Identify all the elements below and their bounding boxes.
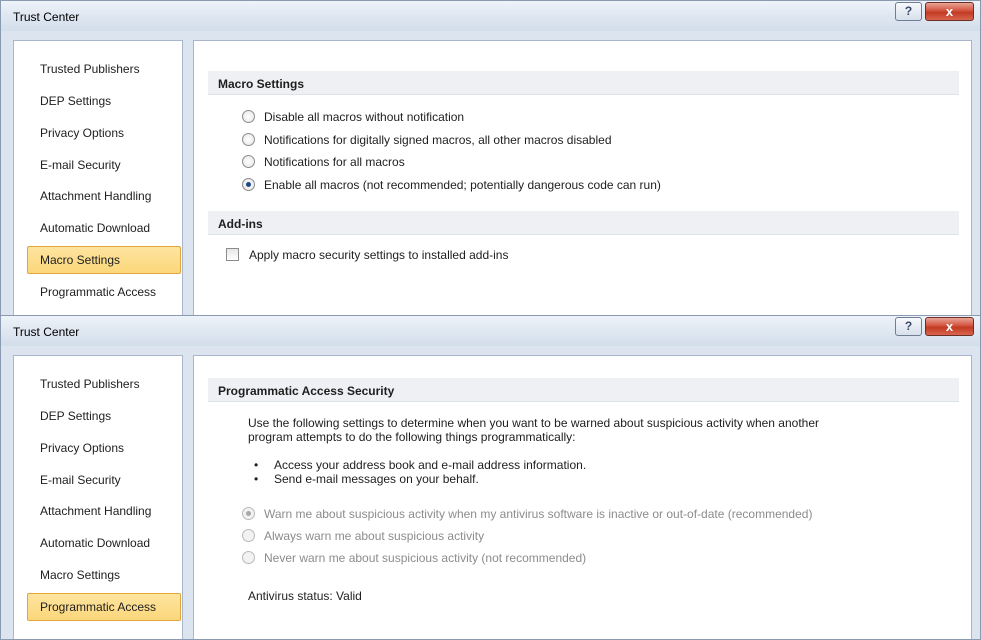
description-line-1: Use the following settings to determine … xyxy=(248,416,819,430)
radio-label: Enable all macros (not recommended; pote… xyxy=(264,178,661,192)
sidebar-item-dep-settings[interactable]: DEP Settings xyxy=(27,402,181,430)
sidebar-item-automatic-download[interactable]: Automatic Download xyxy=(27,214,181,242)
radio-label: Always warn me about suspicious activity xyxy=(264,529,485,543)
bullet-item: • Access your address book and e-mail add… xyxy=(254,458,586,472)
radio-label: Notifications for all macros xyxy=(264,155,405,169)
radio-label: Disable all macros without notification xyxy=(264,110,465,124)
checkbox-label: Apply macro security settings to install… xyxy=(249,248,509,262)
help-button[interactable]: ? xyxy=(895,317,922,336)
sidebar-item-programmatic-access[interactable]: Programmatic Access xyxy=(27,593,181,621)
radio-button[interactable] xyxy=(242,529,255,542)
antivirus-status-value: Valid xyxy=(336,589,362,603)
radio-label: Warn me about suspicious activity when m… xyxy=(264,507,813,521)
radio-button[interactable] xyxy=(242,133,255,146)
checkbox[interactable] xyxy=(226,248,239,261)
sidebar-item-privacy-options[interactable]: Privacy Options xyxy=(27,119,181,147)
checkbox-apply-macro-security-addins[interactable]: Apply macro security settings to install… xyxy=(226,248,508,266)
window-title: Trust Center xyxy=(13,325,80,339)
close-button[interactable]: x xyxy=(925,2,974,21)
antivirus-status: Antivirus status: Valid xyxy=(248,589,362,603)
sidebar-item-email-security[interactable]: E-mail Security xyxy=(27,466,181,494)
sidebar-item-trusted-publishers[interactable]: Trusted Publishers xyxy=(27,55,181,83)
bullet-glyph: • xyxy=(254,472,259,486)
category-sidebar: Trusted Publishers DEP Settings Privacy … xyxy=(13,355,183,639)
section-header-macro-settings: Macro Settings xyxy=(208,71,959,95)
bullet-glyph: • xyxy=(254,458,259,472)
radio-warn-antivirus-inactive[interactable]: Warn me about suspicious activity when m… xyxy=(242,507,812,525)
radio-notify-signed-macros[interactable]: Notifications for digitally signed macro… xyxy=(242,133,612,151)
trust-center-window-macro: Trust Center ? x Trusted Publishers DEP … xyxy=(0,0,981,318)
sidebar-item-automatic-download[interactable]: Automatic Download xyxy=(27,529,181,557)
radio-always-warn[interactable]: Always warn me about suspicious activity xyxy=(242,529,484,547)
sidebar-item-trusted-publishers[interactable]: Trusted Publishers xyxy=(27,370,181,398)
bullet-text: Send e-mail messages on your behalf. xyxy=(274,472,479,486)
sidebar-item-dep-settings[interactable]: DEP Settings xyxy=(27,87,181,115)
bullet-text: Access your address book and e-mail addr… xyxy=(274,458,587,472)
sidebar-item-privacy-options[interactable]: Privacy Options xyxy=(27,434,181,462)
radio-button[interactable] xyxy=(242,155,255,168)
help-button[interactable]: ? xyxy=(895,2,922,21)
settings-panel: Macro Settings Disable all macros withou… xyxy=(193,40,972,317)
category-sidebar: Trusted Publishers DEP Settings Privacy … xyxy=(13,40,183,317)
radio-never-warn[interactable]: Never warn me about suspicious activity … xyxy=(242,551,586,569)
window-title: Trust Center xyxy=(13,10,80,24)
sidebar-item-email-security[interactable]: E-mail Security xyxy=(27,151,181,179)
radio-button-selected[interactable] xyxy=(242,178,255,191)
sidebar-item-macro-settings[interactable]: Macro Settings xyxy=(27,561,181,589)
sidebar-item-programmatic-access[interactable]: Programmatic Access xyxy=(27,278,181,306)
radio-disable-all-no-notification[interactable]: Disable all macros without notification xyxy=(242,110,464,128)
radio-button-selected[interactable] xyxy=(242,507,255,520)
radio-button[interactable] xyxy=(242,110,255,123)
section-header-programmatic-access-security: Programmatic Access Security xyxy=(208,378,959,402)
radio-label: Notifications for digitally signed macro… xyxy=(264,133,612,147)
title-bar[interactable]: Trust Center ? x xyxy=(1,1,980,31)
radio-label: Never warn me about suspicious activity … xyxy=(264,551,587,565)
sidebar-item-attachment-handling[interactable]: Attachment Handling xyxy=(27,497,181,525)
settings-panel: Programmatic Access Security Use the fol… xyxy=(193,355,972,639)
description-line-2: program attempts to do the following thi… xyxy=(248,430,576,444)
radio-enable-all-macros[interactable]: Enable all macros (not recommended; pote… xyxy=(242,178,661,196)
sidebar-item-attachment-handling[interactable]: Attachment Handling xyxy=(27,182,181,210)
close-button[interactable]: x xyxy=(925,317,974,336)
trust-center-window-programmatic: Trust Center ? x Trusted Publishers DEP … xyxy=(0,315,981,640)
radio-button[interactable] xyxy=(242,551,255,564)
radio-notify-all-macros[interactable]: Notifications for all macros xyxy=(242,155,405,173)
sidebar-item-macro-settings[interactable]: Macro Settings xyxy=(27,246,181,274)
bullet-item: • Send e-mail messages on your behalf. xyxy=(254,472,479,486)
title-bar[interactable]: Trust Center ? x xyxy=(1,316,980,346)
antivirus-status-label: Antivirus status: xyxy=(248,589,333,603)
section-header-add-ins: Add-ins xyxy=(208,211,959,235)
